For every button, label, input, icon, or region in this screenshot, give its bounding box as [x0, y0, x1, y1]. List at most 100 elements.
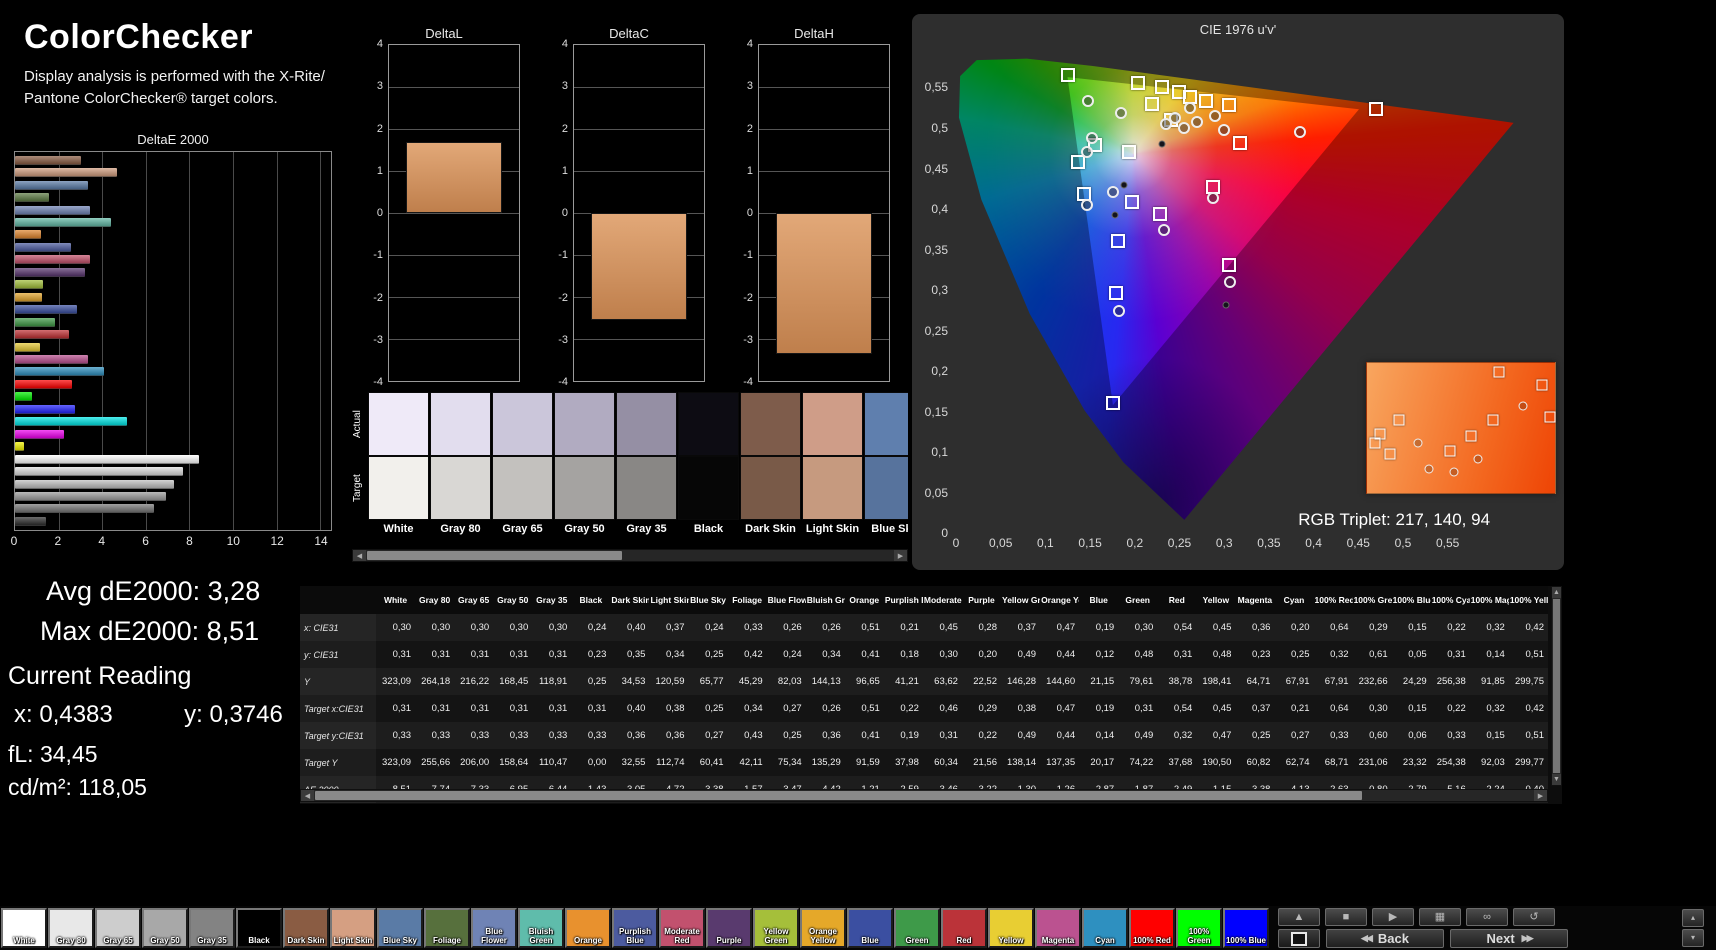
patch-button-label: 100% Blue	[1225, 936, 1267, 946]
table-cell: 0,40	[626, 703, 646, 714]
de2000-tick-label: 10	[226, 534, 240, 548]
patch-button-blue-sky[interactable]: Blue Sky	[377, 908, 423, 948]
table-cell: 0,32	[1173, 730, 1193, 741]
pattern-button[interactable]: ▦	[1419, 908, 1461, 926]
spin-up-button[interactable]: ▴	[1682, 909, 1704, 927]
patch-button-cyan[interactable]: Cyan	[1082, 908, 1128, 948]
table-cell: 0,15	[1408, 622, 1427, 633]
table-scrollbar[interactable]: ◀ ▶	[300, 789, 1548, 802]
table-cell: 254,38	[1436, 757, 1466, 768]
patch-button-moderate-red[interactable]: Moderate Red	[659, 908, 705, 948]
patch-button-black[interactable]: Black	[236, 908, 282, 948]
play-button[interactable]: ▶	[1372, 908, 1414, 926]
de-bar-black	[15, 516, 46, 526]
actual-swatch	[492, 392, 553, 456]
table-cell: 0,42	[1525, 622, 1545, 633]
patch-button-red[interactable]: Red	[941, 908, 987, 948]
target-marker	[1144, 96, 1159, 111]
table-scroll-right-icon[interactable]: ▶	[1534, 790, 1547, 801]
strip-scrollbar[interactable]: ◀ ▶	[352, 549, 908, 562]
table-cell: 231,06	[1358, 757, 1388, 768]
gridline	[389, 339, 519, 340]
patch-button-100-red[interactable]: 100% Red	[1129, 908, 1175, 948]
table-cell: 299,77	[1514, 757, 1544, 768]
patch-button-purplish-blue[interactable]: Purplish Blue	[612, 908, 658, 948]
column-header-white: White	[376, 586, 416, 614]
patch-button-gray-80[interactable]: Gray 80	[48, 908, 94, 948]
patch-button-gray-65[interactable]: Gray 65	[95, 908, 141, 948]
patch-button-orange[interactable]: Orange	[565, 908, 611, 948]
patch-button-label: Yellow	[998, 936, 1024, 946]
patch-button-dark-skin[interactable]: Dark Skin	[283, 908, 329, 948]
table-cell: 0,36	[822, 730, 841, 741]
actual-swatch	[864, 392, 908, 456]
measurement-marker	[1294, 126, 1307, 139]
patch-button-gray-35[interactable]: Gray 35	[189, 908, 235, 948]
table-cell: 0,33	[1330, 730, 1349, 741]
patch-button-green[interactable]: Green	[894, 908, 940, 948]
strip-scroll-thumb[interactable]	[367, 551, 622, 560]
patch-button-light-skin[interactable]: Light Skin	[330, 908, 376, 948]
patch-button-100-green[interactable]: 100% Green	[1176, 908, 1222, 948]
table-scroll-left-icon[interactable]: ◀	[301, 790, 314, 801]
table-cell: 92,03	[1481, 757, 1505, 768]
axis-tick-label: 2	[376, 122, 383, 135]
table-vscrollbar[interactable]: ▲ ▼	[1551, 586, 1562, 786]
gridline	[759, 171, 889, 172]
inset-measurement-marker	[1449, 467, 1459, 477]
de-bar-light-skin	[15, 168, 118, 178]
axis-tick-label: 3	[746, 80, 753, 93]
patch-button-magenta[interactable]: Magenta	[1035, 908, 1081, 948]
fl-label: fL:	[8, 741, 34, 767]
eject-button[interactable]: ▲	[1278, 908, 1320, 926]
table-cell: 0,33	[587, 730, 607, 741]
table-cell: 135,29	[811, 757, 841, 768]
cie-xaxis: 0 0,05 0,1 0,15 0,2 0,25 0,3 0,35 0,4 0,45 0,5 0,55	[952, 536, 1546, 554]
table-cell: 0,41	[861, 649, 880, 660]
y-value: 0,3746	[209, 701, 283, 728]
table-cell: 0,35	[626, 649, 646, 660]
table-cell: 0,22	[1447, 703, 1466, 714]
table-cell: 0,15	[1408, 703, 1427, 714]
table-scroll-down-icon[interactable]: ▼	[1552, 774, 1561, 785]
table-cell: 0,44	[1056, 730, 1076, 741]
de-bar-100-magenta	[15, 429, 64, 439]
patch-button-yellow[interactable]: Yellow	[988, 908, 1034, 948]
patch-button-purple[interactable]: Purple	[706, 908, 752, 948]
continuous-button[interactable]: ∞	[1466, 908, 1508, 926]
back-button[interactable]: ◀◀ Back	[1326, 929, 1444, 948]
table-vscroll-thumb[interactable]	[1553, 599, 1560, 773]
table-cell: 0,33	[431, 730, 451, 741]
table-cell: 0,24	[705, 622, 724, 633]
spin-down-button[interactable]: ▾	[1682, 929, 1704, 947]
cie-x-tick-label: 0	[952, 536, 960, 550]
patch-button-blue[interactable]: Blue	[847, 908, 893, 948]
patch-button-label: Foliage	[432, 936, 461, 946]
patch-button-yellow-green[interactable]: Yellow Green	[753, 908, 799, 948]
pattern-window-button[interactable]	[1278, 929, 1320, 948]
scroll-right-arrow-icon[interactable]: ▶	[894, 550, 907, 561]
table-cell: 0,22	[1447, 622, 1466, 633]
patch-button-bluish-green[interactable]: Bluish Green	[518, 908, 564, 948]
scroll-left-arrow-icon[interactable]: ◀	[353, 550, 366, 561]
patch-button-orange-yellow[interactable]: Orange Yellow	[800, 908, 846, 948]
patch-button-blue-flower[interactable]: Blue Flower	[471, 908, 517, 948]
patch-button-foliage[interactable]: Foliage	[424, 908, 470, 948]
patch-button-white[interactable]: White	[1, 908, 47, 948]
table-cell: 0,30	[1134, 622, 1154, 633]
patch-button-label: Yellow Green	[763, 927, 789, 946]
column-header-100-yellow: 100% Yellow	[1508, 586, 1548, 614]
patch-button-100-blue[interactable]: 100% Blue	[1223, 908, 1269, 948]
table-cell: 0,15	[1486, 730, 1505, 741]
axis-tick-label: -3	[558, 333, 568, 346]
table-scroll-up-icon[interactable]: ▲	[1552, 587, 1561, 598]
table-scroll-thumb[interactable]	[315, 791, 1362, 800]
next-button[interactable]: Next ▶▶	[1450, 929, 1568, 948]
stop-button[interactable]: ■	[1325, 908, 1367, 926]
axis-tick-label: -1	[743, 249, 753, 262]
patch-button-label: Gray 80	[56, 936, 86, 946]
table-cell: 256,38	[1436, 676, 1466, 687]
reset-button[interactable]: ↺	[1513, 908, 1555, 926]
table-cell: 0,31	[509, 649, 529, 660]
patch-button-gray-50[interactable]: Gray 50	[142, 908, 188, 948]
